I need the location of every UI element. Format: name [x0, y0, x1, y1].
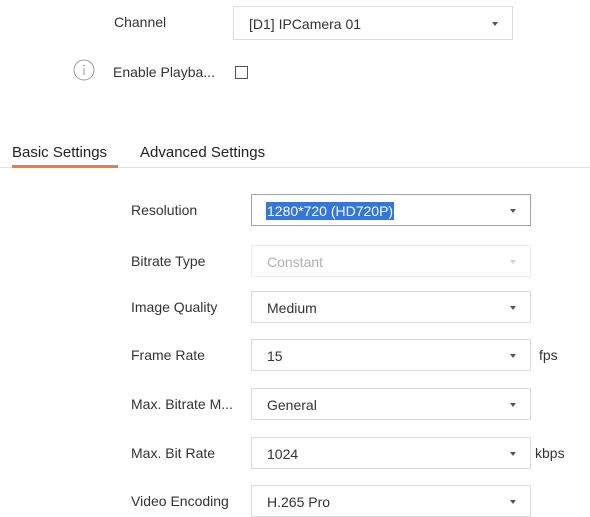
tab-advanced-settings[interactable]: Advanced Settings [140, 143, 265, 163]
tab-basic-settings[interactable]: Basic Settings [12, 143, 107, 163]
chevron-down-icon [510, 354, 516, 358]
image-quality-label: Image Quality [131, 299, 218, 315]
channel-select[interactable]: [D1] IPCamera 01 [233, 6, 513, 40]
max-bit-rate-label: Max. Bit Rate [131, 445, 216, 461]
video-encoding-select[interactable]: H.265 Pro [251, 485, 531, 517]
resolution-select-value: 1280*720 (HD720P) [266, 202, 395, 220]
resolution-label: Resolution [131, 202, 198, 218]
image-quality-select[interactable]: Medium [251, 291, 531, 323]
image-quality-select-value: Medium [267, 300, 317, 316]
chevron-down-icon [510, 209, 516, 213]
chevron-down-icon [510, 306, 516, 310]
max-bit-rate-select[interactable]: 1024 [251, 437, 531, 469]
max-bitrate-mode-select[interactable]: General [251, 388, 531, 420]
frame-rate-select-value: 15 [267, 348, 283, 364]
max-bitrate-mode-select-value: General [267, 397, 317, 413]
resolution-select[interactable]: 1280*720 (HD720P) [251, 194, 531, 226]
frame-rate-label: Frame Rate [131, 347, 205, 363]
enable-playback-label: Enable Playba... [113, 64, 215, 80]
bitrate-type-label: Bitrate Type [131, 253, 206, 269]
info-icon[interactable] [73, 59, 95, 81]
chevron-down-icon [510, 452, 516, 456]
chevron-down-icon [510, 260, 516, 264]
chevron-down-icon [510, 403, 516, 407]
max-bit-rate-unit: kbps [535, 445, 565, 461]
bitrate-type-select-value: Constant [267, 254, 324, 270]
enable-playback-checkbox[interactable] [235, 66, 248, 79]
channel-label: Channel [114, 14, 167, 30]
active-tab-indicator [12, 165, 118, 168]
chevron-down-icon [492, 22, 498, 26]
max-bitrate-mode-label: Max. Bitrate M... [131, 396, 233, 412]
channel-select-value: [D1] IPCamera 01 [249, 16, 362, 32]
chevron-down-icon [510, 500, 516, 504]
bitrate-type-select: Constant [251, 245, 531, 277]
max-bit-rate-select-value: 1024 [267, 446, 299, 462]
video-encoding-select-value: H.265 Pro [267, 494, 331, 510]
frame-rate-unit: fps [539, 347, 558, 363]
video-encoding-label: Video Encoding [131, 493, 229, 509]
frame-rate-select[interactable]: 15 [251, 339, 531, 371]
